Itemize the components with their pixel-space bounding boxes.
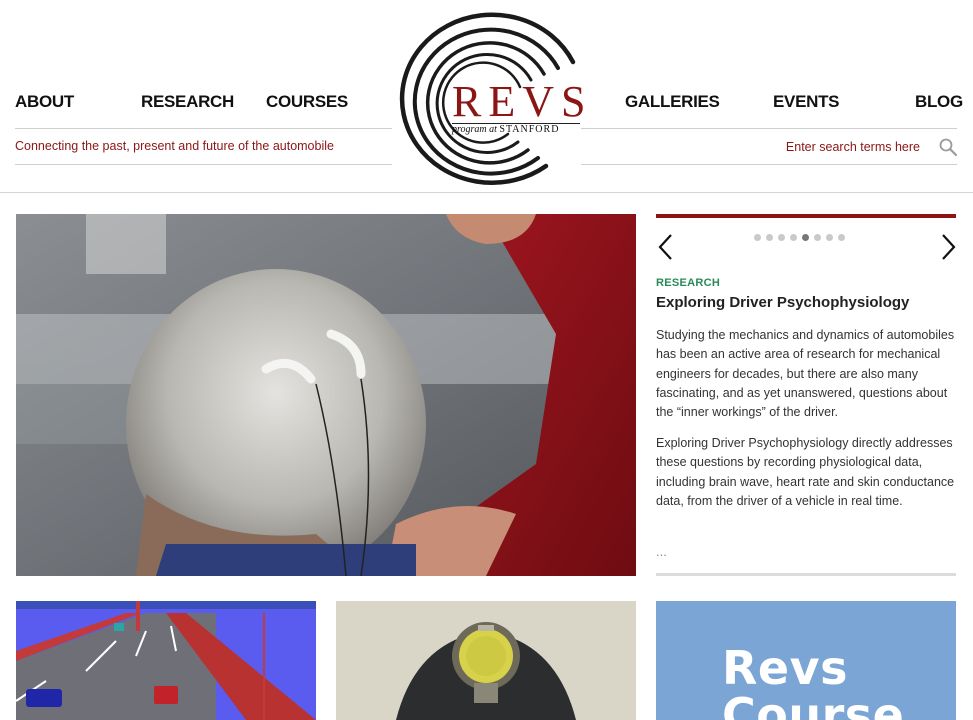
hero-image[interactable] — [16, 214, 636, 576]
headlamp-image — [336, 601, 636, 720]
slide-paragraph: Studying the mechanics and dynamics of a… — [656, 328, 955, 420]
nav-divider-right — [581, 128, 957, 129]
chevron-right-icon[interactable] — [938, 232, 958, 262]
tile-course-line: Revs — [722, 641, 848, 695]
nav-blog[interactable]: BLOG — [915, 92, 963, 112]
site-header: ABOUT RESEARCH COURSES GALLERIES EVENTS … — [0, 0, 973, 193]
panel-bottom-rule — [656, 573, 956, 576]
site-tagline: Connecting the past, present and future … — [15, 139, 334, 153]
logo-wordmark: REVS — [452, 77, 593, 126]
slide-dots — [754, 234, 864, 242]
nav-events[interactable]: EVENTS — [773, 92, 840, 112]
slide-dot[interactable] — [754, 234, 761, 241]
panel-accent-bar — [656, 214, 956, 218]
read-more-link[interactable]: ... — [656, 544, 667, 559]
search-input[interactable] — [740, 137, 920, 157]
nav-divider-left — [15, 128, 392, 129]
logo-subtitle-caps: STANFORD — [499, 124, 560, 135]
slide-dot[interactable] — [778, 234, 785, 241]
driving-simulator-image — [16, 601, 316, 720]
chevron-left-icon[interactable] — [656, 232, 676, 262]
slide-dot[interactable] — [838, 234, 845, 241]
tile-headlamp[interactable] — [336, 601, 636, 720]
nav-galleries[interactable]: GALLERIES — [625, 92, 720, 112]
slide-title[interactable]: Exploring Driver Psychophysiology — [656, 294, 909, 311]
tile-revs-course[interactable]: Revs Course — [656, 601, 956, 720]
slide-category[interactable]: RESEARCH — [656, 277, 720, 289]
slideshow-panel: RESEARCH Exploring Driver Psychophysiolo… — [656, 214, 956, 576]
header-divider-right — [581, 164, 957, 165]
slide-dot[interactable] — [826, 234, 833, 241]
logo-subtitle: program at STANFORD — [452, 124, 559, 135]
nav-about[interactable]: ABOUT — [15, 92, 74, 112]
slide-paragraph: Exploring Driver Psychophysiology direct… — [656, 436, 955, 508]
slide-dot[interactable] — [814, 234, 821, 241]
magnifier-icon[interactable] — [938, 137, 958, 157]
logo-subtitle-italic: program at — [452, 124, 497, 135]
tile-course-line: Course — [722, 688, 905, 720]
slide-dot[interactable] — [802, 234, 809, 241]
slide-dot[interactable] — [790, 234, 797, 241]
tile-course-text: Revs Course — [722, 645, 904, 720]
tile-driving-simulator[interactable] — [16, 601, 316, 720]
nav-research[interactable]: RESEARCH — [141, 92, 234, 112]
hero-photo-illustration — [16, 214, 636, 576]
header-divider-left — [15, 164, 392, 165]
nav-courses[interactable]: COURSES — [266, 92, 348, 112]
slide-dot[interactable] — [766, 234, 773, 241]
